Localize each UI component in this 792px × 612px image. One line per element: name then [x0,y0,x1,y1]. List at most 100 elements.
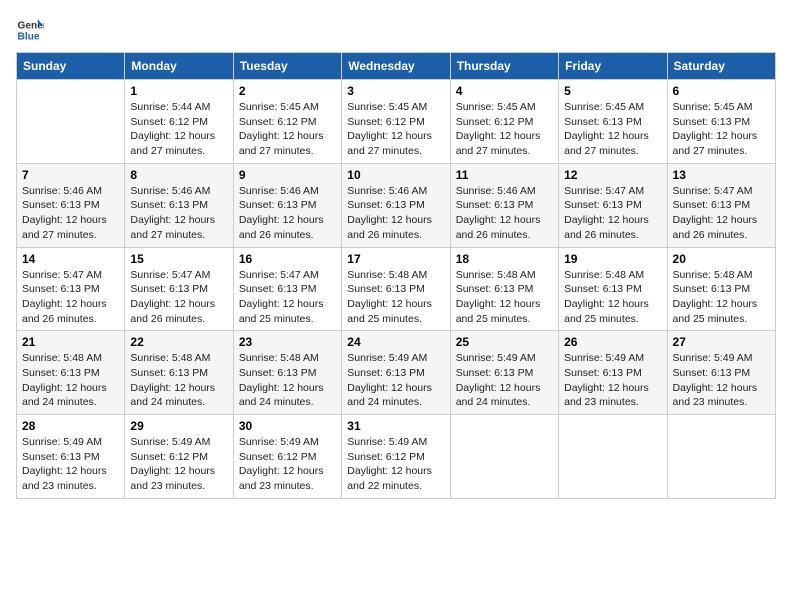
calendar-cell: 12 Sunrise: 5:47 AM Sunset: 6:13 PM Dayli… [559,163,667,247]
day-info: Sunrise: 5:49 AM Sunset: 6:13 PM Dayligh… [456,351,553,410]
weekday-header: Wednesday [342,53,450,80]
calendar-cell: 4 Sunrise: 5:45 AM Sunset: 6:12 PM Daylig… [450,80,558,164]
day-number: 13 [673,168,770,182]
calendar-cell: 22Sunrise: 5:48 AM Sunset: 6:13 PM Dayli… [125,331,233,415]
weekday-header: Thursday [450,53,558,80]
day-number: 15 [130,252,227,266]
calendar-cell: 6 Sunrise: 5:45 AM Sunset: 6:13 PM Daylig… [667,80,775,164]
logo-icon: General Blue [16,16,44,44]
day-info: Sunrise: 5:49 AM Sunset: 6:13 PM Dayligh… [22,435,119,494]
calendar-cell: 29 Sunrise: 5:49 AM Sunset: 6:12 PM Dayli… [125,415,233,499]
calendar-cell: 16 Sunrise: 5:47 AM Sunset: 6:13 PM Dayli… [233,247,341,331]
day-info: Sunrise: 5:48 AM Sunset: 6:13 PM Dayligh… [130,351,227,410]
day-number: 20 [673,252,770,266]
day-number: 8 [130,168,227,182]
day-number: 27 [673,335,770,349]
day-number: 30 [239,419,336,433]
day-info: Sunrise: 5:48 AM Sunset: 6:13 PM Dayligh… [347,268,444,327]
day-info: Sunrise: 5:48 AM Sunset: 6:13 PM Dayligh… [22,351,119,410]
day-number: 14 [22,252,119,266]
calendar-header: SundayMondayTuesdayWednesdayThursdayFrid… [17,53,776,80]
day-info: Sunrise: 5:45 AM Sunset: 6:12 PM Dayligh… [347,100,444,159]
day-info: Sunrise: 5:49 AM Sunset: 6:13 PM Dayligh… [673,351,770,410]
day-number: 18 [456,252,553,266]
day-number: 11 [456,168,553,182]
calendar-cell: 17 Sunrise: 5:48 AM Sunset: 6:13 PM Dayli… [342,247,450,331]
day-info: Sunrise: 5:45 AM Sunset: 6:13 PM Dayligh… [564,100,661,159]
calendar-cell: 3 Sunrise: 5:45 AM Sunset: 6:12 PM Daylig… [342,80,450,164]
day-number: 29 [130,419,227,433]
calendar-cell: 13Sunrise: 5:47 AM Sunset: 6:13 PM Dayli… [667,163,775,247]
day-number: 2 [239,84,336,98]
day-info: Sunrise: 5:47 AM Sunset: 6:13 PM Dayligh… [22,268,119,327]
day-number: 12 [564,168,661,182]
calendar-cell: 25 Sunrise: 5:49 AM Sunset: 6:13 PM Dayli… [450,331,558,415]
calendar-cell: 28 Sunrise: 5:49 AM Sunset: 6:13 PM Dayli… [17,415,125,499]
day-number: 25 [456,335,553,349]
calendar-cell: 14 Sunrise: 5:47 AM Sunset: 6:13 PM Dayli… [17,247,125,331]
calendar-cell: 31 Sunrise: 5:49 AM Sunset: 6:12 PM Dayli… [342,415,450,499]
day-number: 3 [347,84,444,98]
calendar-cell: 23Sunrise: 5:48 AM Sunset: 6:13 PM Dayli… [233,331,341,415]
page-header: General Blue [16,16,776,44]
day-info: Sunrise: 5:45 AM Sunset: 6:13 PM Dayligh… [673,100,770,159]
day-number: 4 [456,84,553,98]
calendar-cell: 5 Sunrise: 5:45 AM Sunset: 6:13 PM Daylig… [559,80,667,164]
day-number: 28 [22,419,119,433]
day-info: Sunrise: 5:47 AM Sunset: 6:13 PM Dayligh… [564,184,661,243]
calendar-cell: 30 Sunrise: 5:49 AM Sunset: 6:12 PM Dayli… [233,415,341,499]
calendar-cell [559,415,667,499]
day-info: Sunrise: 5:49 AM Sunset: 6:13 PM Dayligh… [347,351,444,410]
day-number: 6 [673,84,770,98]
day-info: Sunrise: 5:48 AM Sunset: 6:13 PM Dayligh… [673,268,770,327]
day-info: Sunrise: 5:49 AM Sunset: 6:13 PM Dayligh… [564,351,661,410]
calendar-cell: 24 Sunrise: 5:49 AM Sunset: 6:13 PM Dayli… [342,331,450,415]
day-info: Sunrise: 5:46 AM Sunset: 6:13 PM Dayligh… [347,184,444,243]
calendar-cell: 27 Sunrise: 5:49 AM Sunset: 6:13 PM Dayli… [667,331,775,415]
day-info: Sunrise: 5:47 AM Sunset: 6:13 PM Dayligh… [239,268,336,327]
calendar-cell: 21 Sunrise: 5:48 AM Sunset: 6:13 PM Dayli… [17,331,125,415]
calendar-cell [17,80,125,164]
day-info: Sunrise: 5:46 AM Sunset: 6:13 PM Dayligh… [456,184,553,243]
day-number: 31 [347,419,444,433]
weekday-header: Sunday [17,53,125,80]
day-info: Sunrise: 5:48 AM Sunset: 6:13 PM Dayligh… [564,268,661,327]
calendar-cell: 20 Sunrise: 5:48 AM Sunset: 6:13 PM Dayli… [667,247,775,331]
calendar-cell: 7 Sunrise: 5:46 AM Sunset: 6:13 PM Daylig… [17,163,125,247]
weekday-header: Friday [559,53,667,80]
calendar-cell: 15 Sunrise: 5:47 AM Sunset: 6:13 PM Dayli… [125,247,233,331]
logo: General Blue [16,16,44,44]
calendar-cell: 26 Sunrise: 5:49 AM Sunset: 6:13 PM Dayli… [559,331,667,415]
day-number: 10 [347,168,444,182]
day-number: 23 [239,335,336,349]
day-number: 21 [22,335,119,349]
svg-text:Blue: Blue [18,31,40,42]
day-number: 9 [239,168,336,182]
day-info: Sunrise: 5:48 AM Sunset: 6:13 PM Dayligh… [456,268,553,327]
day-number: 1 [130,84,227,98]
calendar-cell: 8 Sunrise: 5:46 AM Sunset: 6:13 PM Daylig… [125,163,233,247]
day-number: 17 [347,252,444,266]
day-info: Sunrise: 5:45 AM Sunset: 6:12 PM Dayligh… [456,100,553,159]
day-info: Sunrise: 5:46 AM Sunset: 6:13 PM Dayligh… [22,184,119,243]
day-info: Sunrise: 5:46 AM Sunset: 6:13 PM Dayligh… [130,184,227,243]
day-number: 16 [239,252,336,266]
weekday-header: Monday [125,53,233,80]
day-info: Sunrise: 5:47 AM Sunset: 6:13 PM Dayligh… [130,268,227,327]
calendar-cell: 9Sunrise: 5:46 AM Sunset: 6:13 PM Daylig… [233,163,341,247]
calendar-cell: 11 Sunrise: 5:46 AM Sunset: 6:13 PM Dayli… [450,163,558,247]
day-number: 26 [564,335,661,349]
weekday-header: Saturday [667,53,775,80]
calendar-cell [667,415,775,499]
calendar-cell: 2 Sunrise: 5:45 AM Sunset: 6:12 PM Daylig… [233,80,341,164]
day-info: Sunrise: 5:44 AM Sunset: 6:12 PM Dayligh… [130,100,227,159]
day-info: Sunrise: 5:49 AM Sunset: 6:12 PM Dayligh… [347,435,444,494]
day-number: 7 [22,168,119,182]
day-info: Sunrise: 5:49 AM Sunset: 6:12 PM Dayligh… [130,435,227,494]
calendar-cell [450,415,558,499]
day-number: 24 [347,335,444,349]
day-number: 5 [564,84,661,98]
day-info: Sunrise: 5:45 AM Sunset: 6:12 PM Dayligh… [239,100,336,159]
day-info: Sunrise: 5:49 AM Sunset: 6:12 PM Dayligh… [239,435,336,494]
calendar-cell: 1 Sunrise: 5:44 AM Sunset: 6:12 PM Daylig… [125,80,233,164]
